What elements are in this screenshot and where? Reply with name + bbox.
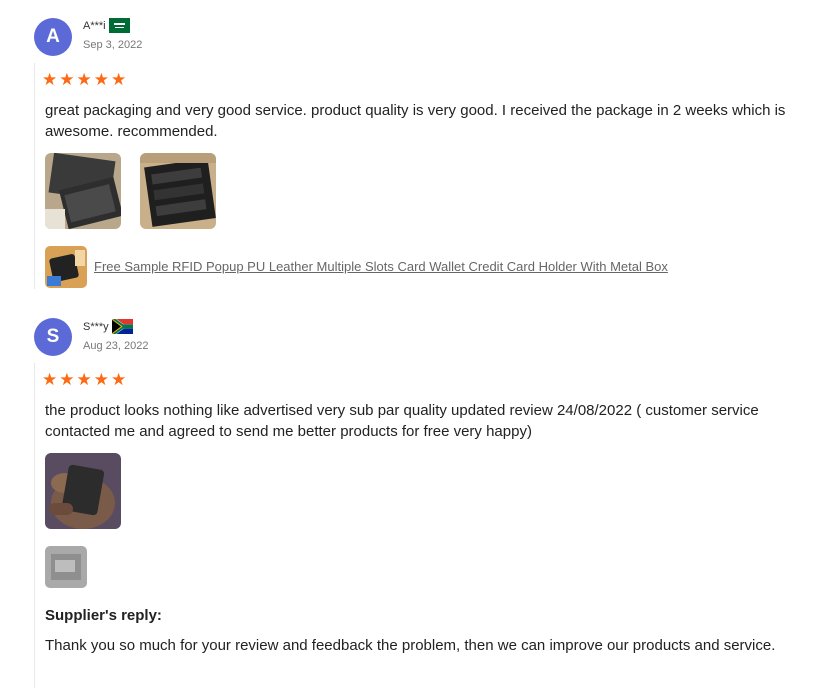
star-icon: ★ (42, 70, 58, 89)
avatar[interactable]: A (34, 18, 72, 56)
blurred-thumbnail[interactable] (45, 546, 87, 588)
reviewer-name: A***i (83, 19, 106, 32)
star-icon: ★ (111, 370, 127, 389)
review-body: ★ ★ ★ ★ ★ great packaging and very good … (34, 63, 824, 289)
review-card: A A***i Sep 3, 2022 ★ ★ ★ ★ ★ great pack… (0, 0, 838, 300)
star-icon: ★ (93, 70, 109, 89)
review-photo[interactable] (45, 453, 121, 529)
star-icon: ★ (93, 370, 109, 389)
star-icon: ★ (59, 70, 75, 89)
review-date: Aug 23, 2022 (83, 340, 149, 352)
reviewer-name-row: A***i (83, 18, 130, 33)
avatar[interactable]: S (34, 318, 72, 356)
star-rating: ★ ★ ★ ★ ★ (42, 371, 126, 388)
saudi-arabia-flag-icon (108, 18, 130, 33)
star-rating: ★ ★ ★ ★ ★ (42, 71, 126, 88)
review-date: Sep 3, 2022 (83, 39, 143, 51)
star-icon: ★ (111, 70, 127, 89)
supplier-reply-title: Supplier's reply: (45, 607, 162, 624)
review-text: great packaging and very good service. p… (45, 102, 786, 140)
reviewer-name: S***y (83, 320, 109, 333)
star-icon: ★ (42, 370, 58, 389)
review-photo[interactable] (140, 153, 216, 229)
product-link[interactable]: Free Sample RFID Popup PU Leather Multip… (94, 259, 668, 274)
reviewer-name-row: S***y (83, 317, 134, 336)
review-body: ★ ★ ★ ★ ★ the product looks nothing like… (34, 363, 824, 688)
south-africa-flag-icon (111, 317, 134, 336)
star-icon: ★ (76, 70, 92, 89)
review-text: the product looks nothing like advertise… (45, 402, 759, 440)
star-icon: ★ (76, 370, 92, 389)
review-card: S S***y Aug 23, 2022 ★ ★ ★ ★ ★ the produ… (0, 300, 838, 694)
product-thumbnail[interactable] (45, 246, 87, 288)
supplier-reply-text: Thank you so much for your review and fe… (45, 637, 776, 654)
star-icon: ★ (59, 370, 75, 389)
review-photo[interactable] (45, 153, 121, 229)
